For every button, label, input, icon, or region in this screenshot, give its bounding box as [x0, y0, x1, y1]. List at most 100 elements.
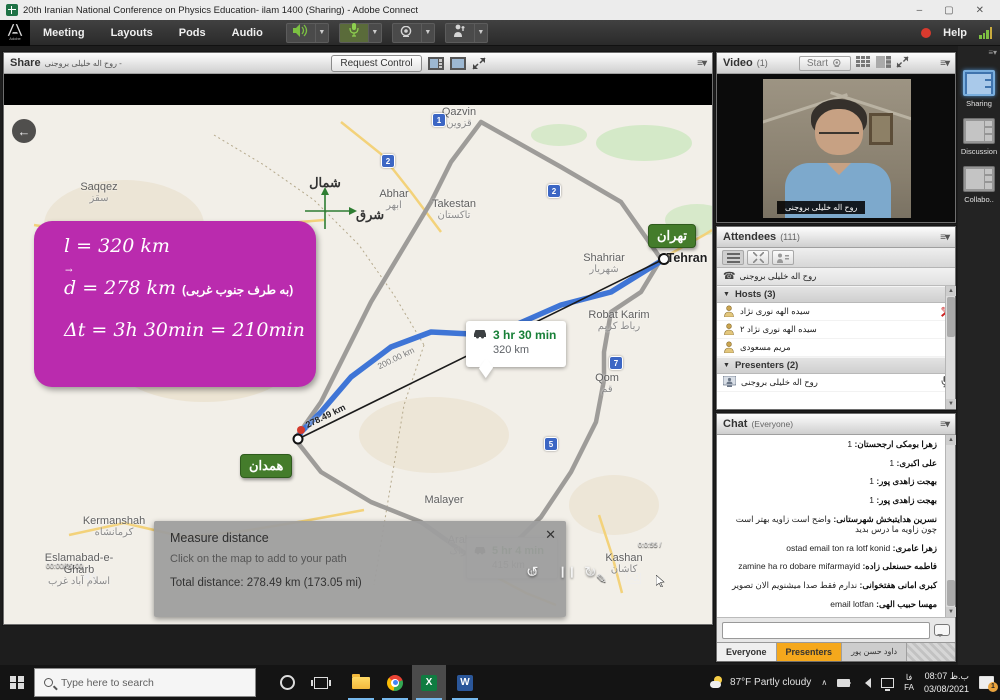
minimize-button[interactable]: –: [917, 5, 923, 16]
help-menu[interactable]: Help: [943, 27, 967, 39]
attendee-group-header-0[interactable]: ▼Hosts (3): [717, 286, 955, 303]
cursor-icon: [656, 575, 665, 590]
mic-control[interactable]: ▼: [339, 23, 382, 43]
attendee-row[interactable]: روح اله خلیلی بروجنی: [717, 374, 955, 392]
video-fullscreen-icon[interactable]: [896, 56, 909, 71]
taskbar-search[interactable]: Type here to search: [34, 668, 256, 697]
attendees-count: (111): [780, 232, 800, 242]
speaker-caret[interactable]: ▼: [316, 23, 329, 43]
chat-pod-header: Chat (Everyone) ≡▾: [717, 414, 955, 435]
close-button[interactable]: ✕: [976, 5, 984, 16]
host-icon: [723, 305, 735, 319]
filmstrip-layout-icon[interactable]: [876, 56, 891, 71]
video-feed: روح اله خلیلی بروجنی: [717, 74, 955, 222]
chat-message: نسرین هدایتبخش شهرستانی: واضح است زاویه …: [725, 514, 937, 535]
attendee-view-breakout-button[interactable]: [747, 250, 769, 265]
maximize-button[interactable]: ▢: [944, 5, 953, 16]
route-distance: 320 km: [493, 344, 560, 356]
attendee-row[interactable]: مریم مسعودی: [717, 339, 955, 357]
task-view-icon: [314, 677, 328, 689]
start-button[interactable]: [0, 665, 34, 700]
weather-icon: [710, 678, 724, 688]
layout-discussion[interactable]: Discussion: [958, 118, 1000, 156]
chat-message: بهجت زاهدی پور: 1: [725, 495, 937, 506]
attendees-pod-menu-icon[interactable]: ≡▾: [940, 232, 949, 243]
formula-annotation-box: l = 320 kmd = 278 km (به طرف جنوب غربی)Δ…: [34, 221, 316, 387]
chat-tab-Presenters[interactable]: Presenters: [777, 643, 843, 661]
status-control[interactable]: ▼: [445, 23, 488, 43]
chat-input[interactable]: [722, 622, 930, 639]
rewind-10-icon[interactable]: ↺10: [526, 563, 539, 581]
host-icon: [723, 323, 735, 337]
city-chip-0: تهران: [648, 224, 696, 248]
video-pod-header: Video (1) Start ≡▾: [717, 53, 955, 74]
status-caret[interactable]: ▼: [475, 23, 488, 43]
snapshot-icon[interactable]: [626, 573, 641, 587]
tray-network-icon[interactable]: [881, 678, 894, 688]
notification-center-icon[interactable]: 1: [979, 676, 994, 689]
layout-sidebar-menu-icon[interactable]: ≡▾: [988, 48, 997, 57]
attendee-row[interactable]: سیده الهه نوری نژاد ۲: [717, 321, 955, 339]
route-tooltip-main[interactable]: 3 hr 30 min 320 km: [466, 321, 566, 367]
chat-tab-Everyone[interactable]: Everyone: [717, 643, 777, 661]
menu-item-pods[interactable]: Pods: [166, 20, 219, 46]
cortana-button[interactable]: [270, 665, 304, 700]
chat-pod-menu-icon[interactable]: ≡▾: [940, 419, 949, 430]
layout-thumbnail-icon: [963, 118, 995, 144]
share-presenter-name: - روح اله خلیلی بروجنی: [45, 59, 122, 68]
grid-layout-icon[interactable]: [856, 56, 871, 71]
route-time: 3 hr 30 min: [493, 328, 556, 342]
measure-dialog-close-icon[interactable]: ✕: [545, 527, 556, 543]
chat-tabs: EveryonePresentersداود حسن پور: [717, 642, 955, 661]
chat-scrollbar[interactable]: ▲ ▼: [945, 435, 955, 617]
webcam-caret[interactable]: ▼: [422, 23, 435, 43]
request-control-button[interactable]: Request Control: [331, 55, 421, 72]
chrome-button[interactable]: [378, 665, 412, 700]
menu-item-layouts[interactable]: Layouts: [98, 20, 166, 46]
layout-sharing[interactable]: Sharing: [958, 70, 1000, 108]
pod-view-icon[interactable]: [428, 57, 444, 70]
weather-widget[interactable]: 87°F Partly cloudy: [710, 677, 811, 688]
measure-dialog-title: Measure distance: [170, 531, 550, 545]
task-view-button[interactable]: [304, 665, 338, 700]
forward-30-icon[interactable]: ↻30: [584, 563, 597, 581]
taskbar-clock[interactable]: ب.ظ 08:07 03/08/2021: [924, 670, 969, 694]
pause-icon[interactable]: ❙❙: [558, 565, 576, 578]
draw-pencil-icon[interactable]: ✎: [596, 571, 607, 587]
excel-button[interactable]: X: [412, 665, 446, 700]
attendee-row[interactable]: سیده الهه نوری نژاد✎: [717, 303, 955, 321]
measure-dialog-hint: Click on the map to add to your path: [170, 553, 550, 565]
connection-signal-icon[interactable]: [979, 27, 992, 39]
mic-caret[interactable]: ▼: [369, 23, 382, 43]
send-message-icon[interactable]: [934, 624, 950, 636]
menu-item-meeting[interactable]: Meeting: [30, 20, 98, 46]
language-indicator[interactable]: فا FA: [904, 673, 914, 692]
attendees-scrollbar[interactable]: ▲ ▼: [945, 286, 955, 409]
start-webcam-button[interactable]: Start: [799, 56, 851, 71]
attendee-group-header-1[interactable]: ▼Presenters (2): [717, 357, 955, 374]
speaker-icon: [293, 24, 308, 42]
share-pod-menu-icon[interactable]: ≡▾: [697, 58, 706, 69]
tray-speaker-icon[interactable]: [860, 678, 871, 688]
fullscreen-icon[interactable]: [472, 57, 488, 70]
map-back-button[interactable]: ←: [12, 119, 36, 143]
menu-item-audio[interactable]: Audio: [219, 20, 276, 46]
word-button[interactable]: W: [448, 665, 482, 700]
wall-picture: [869, 113, 893, 145]
player-volume-icon[interactable]: [84, 571, 97, 585]
compass: شمال شرق: [300, 175, 410, 245]
attendees-pod-title: Attendees: [723, 231, 776, 243]
tray-expand-icon[interactable]: ∧: [821, 678, 827, 687]
video-pod-menu-icon[interactable]: ≡▾: [940, 58, 949, 69]
attendee-view-list-button[interactable]: [722, 250, 744, 265]
file-explorer-button[interactable]: [344, 665, 378, 700]
chat-pod: Chat (Everyone) ≡▾ زهرا بومکی ارجحستان: …: [716, 413, 956, 662]
webcam-control[interactable]: ▼: [392, 23, 435, 43]
layout-collabo[interactable]: Collabo..: [958, 166, 1000, 204]
tray-camera-icon[interactable]: [837, 679, 850, 687]
chat-tab-داود-حسن-پور[interactable]: داود حسن پور: [842, 643, 907, 661]
speaker-control[interactable]: ▼: [286, 23, 329, 43]
chat-message: بهجت زاهدی پور: 1: [725, 476, 937, 487]
attendee-view-status-button[interactable]: [772, 250, 794, 265]
pod-view-full-icon[interactable]: [450, 57, 466, 70]
